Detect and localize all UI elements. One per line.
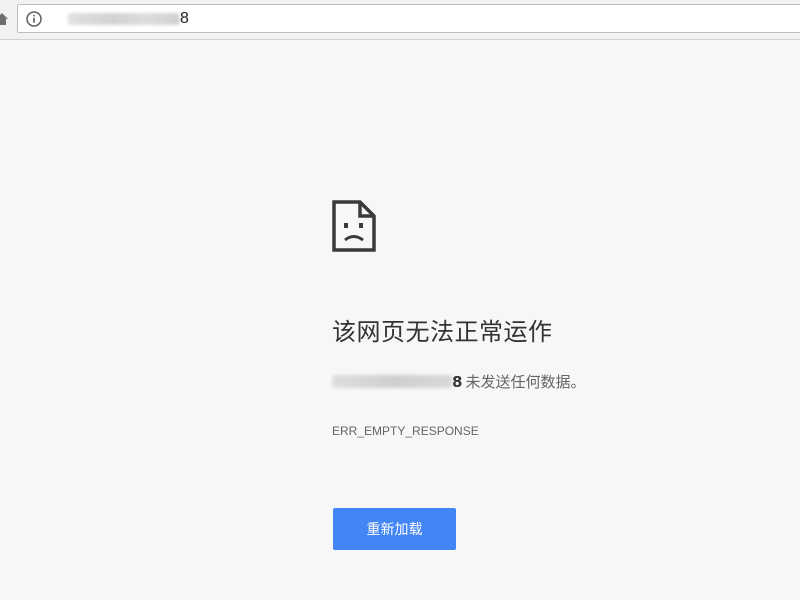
host-text: 8 [452, 373, 463, 391]
home-icon[interactable] [0, 11, 8, 27]
info-icon[interactable] [26, 11, 42, 27]
browser-toolbar: 8 [0, 0, 800, 40]
error-description: 8 未发送任何数据。 [332, 372, 585, 392]
address-bar[interactable]: 8 [17, 4, 800, 33]
reload-button[interactable]: 重新加载 [333, 508, 456, 550]
error-title: 该网页无法正常运作 [332, 318, 553, 346]
url-text: 8 [180, 10, 189, 27]
error-code: ERR_EMPTY_RESPONSE [332, 424, 479, 438]
host-redacted [332, 375, 452, 388]
error-message: 未发送任何数据。 [465, 373, 586, 391]
url-redacted [68, 13, 180, 25]
sad-page-icon [332, 200, 376, 252]
